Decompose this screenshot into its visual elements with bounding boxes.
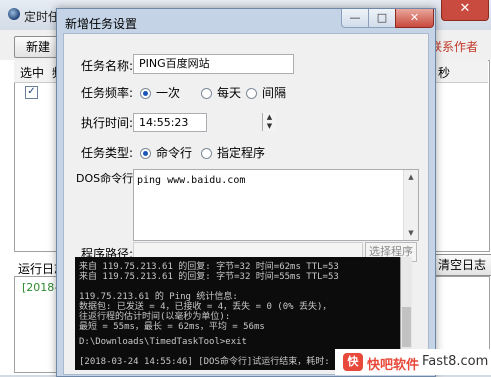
dialog-close-button[interactable]: ✕ (395, 9, 434, 28)
contact-author-link[interactable]: 联系作者 (430, 38, 478, 55)
frequency-label: 任务频率: (81, 86, 134, 100)
console-line: 最短 = 55ms，最长 = 62ms，平均 = 56ms (79, 322, 265, 332)
frequency-interval-radio[interactable]: 间隔 (246, 84, 286, 101)
dos-command-textarea[interactable]: ping www.baidu.com ▲ ▼ (133, 169, 419, 241)
console-scroll-thumb[interactable] (402, 307, 411, 347)
console-line: [2018-03-24 14:55:46] [DOS命令行]试运行结束，耗时: … (79, 357, 346, 367)
task-name-input[interactable]: PING百度网站 (133, 54, 294, 74)
task-name-label: 任务名称: (81, 59, 134, 73)
dos-command-label: DOS命令行: (76, 172, 137, 185)
clear-log-button[interactable]: 清空日志 (431, 254, 491, 276)
task-type-program-radio[interactable]: 指定程序 (201, 144, 265, 161)
radio-unselected-icon (201, 88, 212, 99)
radio-selected-icon (140, 88, 151, 99)
main-close-button[interactable]: ✕ (441, 0, 489, 21)
exec-time-input[interactable]: 14:55:23 (133, 113, 207, 132)
dos-command-text: ping www.baidu.com (137, 175, 246, 186)
new-task-button[interactable]: 新建 (14, 36, 62, 58)
task-type-cmd-label: 命令行 (156, 146, 193, 160)
frequency-daily-radio[interactable]: 每天 (201, 84, 241, 101)
watermark-brand: 快吧软件 (367, 358, 420, 373)
dialog-minimize-button[interactable]: — (341, 9, 369, 28)
row-select-checkbox[interactable]: ✓ (25, 86, 38, 99)
grid-header-select[interactable]: 选中 (20, 64, 44, 81)
watermark-site: Fast8.com (422, 354, 489, 369)
task-type-label: 任务类型: (81, 146, 134, 160)
radio-unselected-icon (201, 148, 212, 159)
watermark-logo-icon: 快 (343, 353, 363, 371)
task-type-cmd-radio[interactable]: 命令行 (140, 144, 192, 161)
dialog-maximize-button[interactable]: □ (368, 9, 396, 28)
frequency-once-radio[interactable]: 一次 (140, 84, 180, 101)
frequency-interval-label: 间隔 (262, 86, 287, 100)
exec-time-label: 执行时间: (81, 116, 134, 130)
radio-selected-icon (140, 148, 151, 159)
console-line: D:\Downloads\TimedTaskTool>exit (79, 337, 247, 347)
scroll-up-icon[interactable]: ▲ (404, 170, 418, 184)
scroll-down-icon[interactable]: ▼ (404, 226, 418, 240)
task-type-program-label: 指定程序 (217, 146, 266, 160)
frequency-daily-label: 每天 (217, 86, 242, 100)
frequency-once-label: 一次 (156, 86, 181, 100)
watermark: 快 快吧软件 Fast8.com (335, 349, 491, 375)
radio-unselected-icon (246, 88, 257, 99)
console-line: 来自 119.75.213.61 的回复: 字节=32 时间=55ms TTL=… (79, 272, 339, 282)
grid-header-seconds[interactable]: 秒 (438, 64, 450, 81)
dialog-title: 新增任务设置 (65, 17, 138, 31)
dos-command-scrollbar[interactable]: ▲ ▼ (403, 170, 418, 240)
app-icon (8, 8, 20, 20)
exec-time-spinner[interactable]: ▲ ▼ (262, 113, 276, 131)
